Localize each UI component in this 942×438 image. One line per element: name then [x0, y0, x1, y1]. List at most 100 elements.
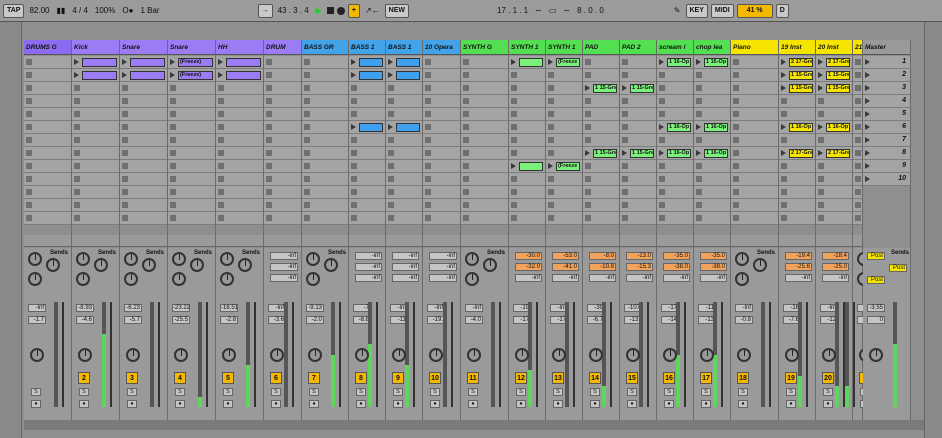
clip-stop-icon[interactable]: [74, 124, 80, 130]
clip-stop-icon[interactable]: [463, 202, 469, 208]
clip-stop-icon[interactable]: [266, 150, 272, 156]
track-activator-button[interactable]: 14: [589, 372, 601, 384]
clip-slot[interactable]: [423, 134, 460, 147]
clip-stop-icon[interactable]: [511, 85, 517, 91]
clip-slot[interactable]: [853, 147, 862, 160]
clip-slot[interactable]: [168, 160, 215, 173]
punch-in-icon[interactable]: ∽: [533, 4, 544, 18]
clip-play-icon[interactable]: [585, 85, 590, 91]
send-b-value[interactable]: -10.8: [589, 263, 616, 271]
clip-play-icon[interactable]: [622, 150, 627, 156]
volume-fader[interactable]: [610, 302, 612, 407]
clip-play-icon[interactable]: [781, 85, 786, 91]
clip-stop-icon[interactable]: [548, 85, 554, 91]
clip-slot[interactable]: [509, 82, 545, 95]
clip-slot[interactable]: [216, 134, 263, 147]
scene-slot[interactable]: 6: [863, 121, 910, 134]
volume-fader[interactable]: [413, 302, 415, 407]
clip-slot[interactable]: [168, 147, 215, 160]
send-c-knob[interactable]: [172, 272, 186, 286]
send-a-knob[interactable]: [306, 252, 320, 266]
clip-stop-icon[interactable]: [659, 111, 665, 117]
clip-stop-icon[interactable]: [548, 111, 554, 117]
arm-button[interactable]: ●: [175, 400, 185, 408]
send-b-knob[interactable]: [46, 258, 60, 272]
clip[interactable]: 1 15-Gre: [630, 149, 654, 158]
clip-stop-icon[interactable]: [26, 98, 32, 104]
clip-slot[interactable]: [264, 108, 301, 121]
clip-stop-icon[interactable]: [696, 85, 702, 91]
clip-slot[interactable]: 1 16-Op: [657, 56, 693, 69]
clip-slot[interactable]: [694, 134, 730, 147]
clip-play-icon[interactable]: [781, 59, 786, 65]
clip-slot[interactable]: [620, 212, 656, 225]
clip-slot[interactable]: [546, 108, 582, 121]
clip-slot[interactable]: [461, 147, 508, 160]
clip-stop-icon[interactable]: [304, 137, 310, 143]
scene-slot[interactable]: 7: [863, 134, 910, 147]
clip-stop-icon[interactable]: [122, 85, 128, 91]
clip-slot[interactable]: [853, 82, 862, 95]
arm-button[interactable]: ●: [627, 400, 637, 408]
send-b-knob[interactable]: [142, 258, 156, 272]
arm-button[interactable]: ●: [590, 400, 600, 408]
clip-slot[interactable]: [423, 160, 460, 173]
clip-stop-icon[interactable]: [304, 215, 310, 221]
clip-slot[interactable]: [168, 82, 215, 95]
clip[interactable]: [226, 71, 261, 80]
track-activator-button[interactable]: 10: [429, 372, 441, 384]
clip[interactable]: 2 17-Gre: [789, 149, 813, 158]
scene-launch-icon[interactable]: [865, 98, 870, 104]
solo-button[interactable]: S: [553, 388, 563, 396]
clip-slot[interactable]: [264, 69, 301, 82]
clip[interactable]: 1 16-Op: [704, 58, 728, 67]
clip-play-icon[interactable]: [122, 72, 127, 78]
clip-stop-icon[interactable]: [425, 85, 431, 91]
clip-stop-icon[interactable]: [26, 215, 32, 221]
clip-stop-icon[interactable]: [511, 202, 517, 208]
loop-start[interactable]: 17 . 1 . 1: [495, 4, 530, 18]
clip-stop-icon[interactable]: [388, 176, 394, 182]
clip-slot[interactable]: [349, 121, 385, 134]
send-c-value[interactable]: -inf: [429, 274, 457, 282]
clip-stop-icon[interactable]: [855, 98, 861, 104]
clip-slot[interactable]: [264, 147, 301, 160]
clip-slot[interactable]: 1 16-Op: [694, 147, 730, 160]
clip-play-icon[interactable]: [818, 59, 823, 65]
clip[interactable]: [359, 58, 383, 67]
clip-stop-icon[interactable]: [388, 98, 394, 104]
track-activator-button[interactable]: 15: [626, 372, 638, 384]
clip-slot[interactable]: [731, 82, 778, 95]
clip[interactable]: 1 15-Gre: [826, 84, 850, 93]
clip-slot[interactable]: [349, 186, 385, 199]
clip-slot[interactable]: 1 15-Gre: [779, 82, 815, 95]
clip-slot[interactable]: [657, 134, 693, 147]
solo-button[interactable]: S: [127, 388, 137, 396]
send-a-value[interactable]: -35.0: [663, 252, 690, 260]
volume-fader[interactable]: [573, 302, 575, 407]
clip-play-icon[interactable]: [548, 163, 553, 169]
clip-stop-icon[interactable]: [170, 176, 176, 182]
send-c-knob[interactable]: [465, 272, 479, 286]
clip[interactable]: 2 17-Gre: [826, 149, 850, 158]
clip-stop-icon[interactable]: [122, 202, 128, 208]
clip-slot[interactable]: [731, 108, 778, 121]
scene-launch-icon[interactable]: [865, 176, 870, 182]
track-activator-button[interactable]: 12: [515, 372, 527, 384]
track-header[interactable]: BASS GR: [302, 40, 348, 55]
clip-slot[interactable]: [168, 95, 215, 108]
clip-stop-icon[interactable]: [548, 215, 554, 221]
clip-stop-icon[interactable]: [733, 111, 739, 117]
clip-slot[interactable]: [264, 95, 301, 108]
clip-stop-icon[interactable]: [548, 72, 554, 78]
clip-slot[interactable]: [853, 173, 862, 186]
clip-stop-icon[interactable]: [425, 111, 431, 117]
clip-slot[interactable]: [779, 160, 815, 173]
clip-stop-icon[interactable]: [781, 202, 787, 208]
clip-stop-icon[interactable]: [425, 150, 431, 156]
pan-knob[interactable]: [355, 348, 369, 362]
clip-stop-icon[interactable]: [622, 59, 628, 65]
solo-button[interactable]: S: [823, 388, 833, 396]
clip-stop-icon[interactable]: [266, 72, 272, 78]
clip-stop-icon[interactable]: [425, 124, 431, 130]
